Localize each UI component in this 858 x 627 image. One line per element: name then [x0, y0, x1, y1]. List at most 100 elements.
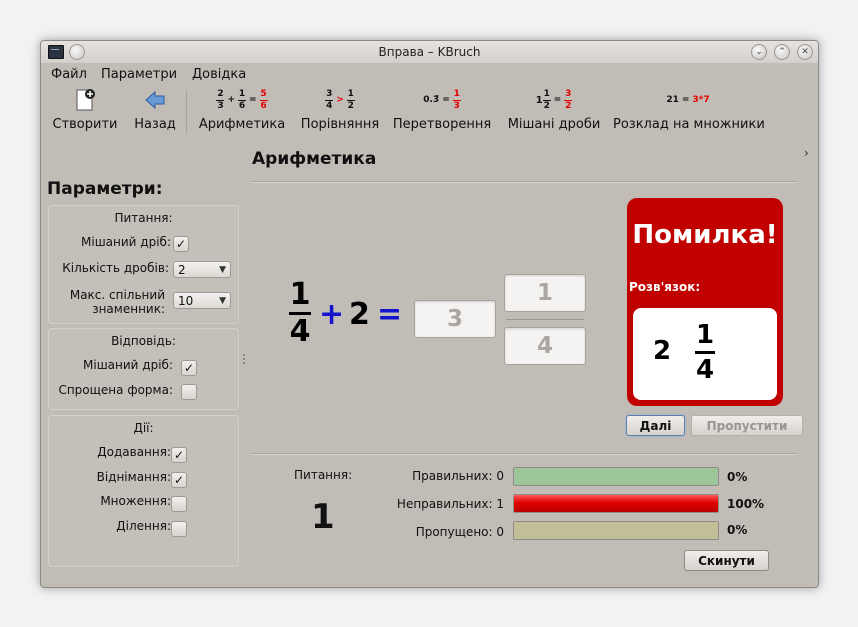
answer-denominator-input[interactable]: 4	[504, 327, 586, 365]
correct-percent: 0%	[727, 470, 748, 484]
title-divider	[252, 181, 797, 182]
close-button[interactable]: ✕	[797, 44, 813, 60]
task-whole-number: 2	[349, 297, 370, 332]
skipped-percent: 0%	[727, 523, 748, 537]
menu-settings[interactable]: Параметри	[101, 67, 177, 82]
toolbar-overflow-icon[interactable]: ›	[804, 146, 809, 160]
division-checkbox[interactable]	[171, 521, 187, 537]
window-title: Вправа – KBruch	[378, 45, 481, 59]
back-arrow-icon	[125, 86, 185, 114]
answer-whole-input[interactable]: 3	[414, 300, 496, 338]
mixed-numbers-icon: 1 12 = 32	[535, 88, 573, 111]
factorization-label: Розклад на множники	[613, 117, 765, 132]
task-count-combo[interactable]: 2 ▼	[173, 261, 231, 278]
task-operator: +	[319, 297, 345, 332]
arithmetic-icon: 23 + 16 = 56	[216, 88, 268, 111]
conversion-icon: 0.3̄ = 13	[423, 88, 461, 111]
factorization-button[interactable]: 21 = 3*7 Розклад на множники	[613, 86, 765, 138]
params-title: Параметри:	[47, 179, 163, 199]
new-document-icon	[49, 86, 121, 114]
comparison-button[interactable]: 34 > 12 Порівняння	[298, 86, 382, 138]
subtraction-label: Віднімання:	[96, 470, 171, 484]
answer-reduced-label: Спрощена форма:	[58, 383, 173, 397]
mixed-numbers-label: Мішані дроби	[507, 117, 601, 132]
mixed-numbers-button[interactable]: 1 12 = 32 Мішані дроби	[506, 86, 602, 138]
division-label: Ділення:	[116, 519, 171, 533]
stats-task-label: Питання:	[294, 468, 353, 482]
task-denominator-combo[interactable]: 10 ▼	[173, 292, 231, 309]
menu-bar: Файл Параметри Довідка	[41, 63, 818, 85]
subtraction-checkbox[interactable]: ✓	[171, 472, 187, 488]
solution-fraction: 1 4	[695, 320, 715, 385]
answer-mixed-label: Мішаний дріб:	[83, 358, 173, 372]
arithmetic-button[interactable]: 23 + 16 = 56 Арифметика	[193, 86, 291, 138]
task-fraction: 1 4	[289, 279, 311, 348]
task-mixed-label: Мішаний дріб:	[81, 235, 171, 249]
title-bar[interactable]: Вправа – KBruch ⌄ ⌃ ✕	[41, 41, 818, 63]
answer-group: Відповідь: Мішаний дріб: ✓ Спрощена форм…	[48, 328, 239, 410]
menu-help[interactable]: Довідка	[192, 67, 246, 82]
comparison-icon: 34 > 12	[325, 88, 355, 111]
solution-whole: 2	[653, 336, 672, 366]
maximize-button[interactable]: ⌃	[774, 44, 790, 60]
section-title: Арифметика	[252, 149, 377, 169]
task-group-title: Питання:	[114, 211, 173, 225]
skip-button[interactable]: Пропустити	[691, 415, 803, 436]
addition-checkbox[interactable]: ✓	[171, 447, 187, 463]
result-panel: Помилка! Розв'язок: 2 1 4	[627, 198, 783, 406]
correct-bar-fill	[514, 468, 718, 485]
chevron-down-icon: ▼	[219, 265, 226, 275]
toolbar-separator	[186, 90, 187, 134]
answer-fraction-bar	[506, 319, 584, 320]
solution-fraction-bar	[695, 351, 715, 354]
factorization-icon: 21 = 3*7	[666, 95, 710, 105]
toolbar: Створити Назад 23 + 16 = 56 Арифметика 3…	[41, 86, 818, 160]
multiplication-label: Множення:	[100, 494, 171, 508]
solution-denominator: 4	[695, 355, 715, 385]
splitter-handle[interactable]	[243, 354, 247, 364]
skipped-label: Пропущено: 0	[415, 525, 504, 539]
back-label: Назад	[134, 117, 176, 132]
task-equals: =	[377, 297, 403, 332]
stats-task-count: 1	[311, 497, 335, 537]
operations-group-title: Дії:	[133, 421, 154, 435]
create-label: Створити	[52, 117, 118, 132]
back-button[interactable]: Назад	[125, 86, 185, 138]
answer-group-title: Відповідь:	[111, 334, 176, 348]
task-numerator: 1	[289, 277, 311, 312]
conversion-label: Перетворення	[392, 117, 492, 132]
task-count-label: Кількість дробів:	[62, 261, 169, 275]
addition-label: Додавання:	[97, 445, 171, 459]
incorrect-label: Неправильних: 1	[396, 497, 504, 511]
task-denominator: 4	[289, 314, 311, 349]
minimize-button[interactable]: ⌄	[751, 44, 767, 60]
solution-label: Розв'язок:	[629, 280, 701, 294]
create-button[interactable]: Створити	[49, 86, 121, 138]
task-group: Питання: Мішаний дріб: ✓ Кількість дробі…	[48, 205, 239, 324]
incorrect-bar-fill	[514, 495, 718, 512]
answer-numerator-input[interactable]: 1	[504, 274, 586, 312]
conversion-button[interactable]: 0.3̄ = 13 Перетворення	[391, 86, 493, 138]
incorrect-percent: 100%	[727, 497, 765, 511]
chevron-down-icon: ▼	[219, 296, 226, 306]
incorrect-bar	[513, 494, 719, 513]
next-button[interactable]: Далі	[626, 415, 685, 436]
answer-reduced-checkbox[interactable]	[181, 384, 197, 400]
operations-group: Дії: Додавання: ✓ Віднімання: ✓ Множення…	[48, 415, 239, 567]
task-mixed-checkbox[interactable]: ✓	[173, 236, 189, 252]
arithmetic-label: Арифметика	[198, 117, 286, 132]
correct-label: Правильних: 0	[412, 469, 504, 483]
main-window: Вправа – KBruch ⌄ ⌃ ✕ Файл Параметри Дов…	[40, 40, 819, 588]
stats-divider	[252, 453, 797, 454]
skipped-bar-fill	[514, 522, 718, 539]
menu-file[interactable]: Файл	[51, 67, 87, 82]
comparison-label: Порівняння	[300, 117, 380, 132]
solution-numerator: 1	[695, 320, 715, 350]
multiplication-checkbox[interactable]	[171, 496, 187, 512]
skipped-bar	[513, 521, 719, 540]
reset-button[interactable]: Скинути	[684, 550, 769, 571]
correct-bar	[513, 467, 719, 486]
answer-mixed-checkbox[interactable]: ✓	[181, 360, 197, 376]
task-denominator-label: Макс. спільний знаменник:	[69, 288, 165, 316]
result-title: Помилка!	[632, 220, 778, 250]
